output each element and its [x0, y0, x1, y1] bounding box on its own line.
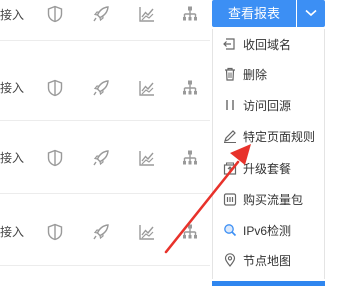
search-icon	[223, 223, 237, 237]
rocket-icon[interactable]	[92, 5, 110, 23]
shield-icon[interactable]	[46, 79, 64, 97]
rocket-icon[interactable]	[92, 149, 110, 167]
menu-bottom-edge	[212, 281, 325, 286]
network-tree-icon[interactable]	[181, 149, 199, 167]
rocket-icon[interactable]	[92, 79, 110, 97]
menu-item-ipv6-check[interactable]: IPv6检测	[213, 218, 326, 244]
row-divider	[0, 193, 210, 194]
return-icon	[223, 37, 237, 51]
menu-item-delete[interactable]: 删除	[213, 62, 326, 88]
menu-item-buy-traffic[interactable]: 购买流量包	[213, 187, 326, 213]
chart-icon[interactable]	[138, 79, 156, 97]
upgrade-icon	[223, 161, 237, 175]
access-status-text: 接入	[0, 8, 25, 22]
location-pin-icon	[223, 253, 237, 267]
menu-item-label: 节点地图	[243, 254, 292, 268]
menu-item-label: 升级套餐	[243, 162, 292, 176]
package-icon	[223, 192, 237, 206]
access-status-text: 接入	[0, 151, 25, 165]
report-dropdown-toggle[interactable]	[297, 0, 325, 27]
shield-icon[interactable]	[46, 149, 64, 167]
menu-item-label: 特定页面规则	[243, 130, 316, 144]
shield-icon[interactable]	[46, 5, 64, 23]
pencil-icon	[223, 129, 237, 143]
menu-item-page-rules[interactable]: 特定页面规则	[213, 124, 326, 150]
network-tree-icon[interactable]	[181, 223, 199, 241]
menu-item-label: 删除	[243, 68, 268, 82]
chevron-down-icon	[305, 9, 317, 17]
menu-item-label: 访问回源	[243, 99, 292, 113]
chart-icon[interactable]	[138, 5, 156, 23]
row-divider	[0, 265, 210, 266]
pause-icon	[223, 98, 237, 112]
menu-item-label: 购买流量包	[243, 193, 304, 207]
row-divider	[0, 120, 210, 121]
chart-icon[interactable]	[138, 149, 156, 167]
menu-item-label: 收回域名	[243, 38, 292, 52]
view-report-button[interactable]: 查看报表	[212, 0, 296, 27]
network-tree-icon[interactable]	[181, 5, 199, 23]
menu-item-label: IPv6检测	[243, 224, 292, 238]
access-status-text: 接入	[0, 81, 25, 95]
menu-item-reclaim-domain[interactable]: 收回域名	[213, 32, 326, 58]
chart-icon[interactable]	[138, 223, 156, 241]
trash-icon	[223, 67, 237, 81]
report-dropdown-menu: 收回域名 删除 访问回源 特定页面规则 升级套餐 购买流量包 IPv6检测 节点…	[212, 29, 325, 279]
menu-item-access-origin[interactable]: 访问回源	[213, 93, 326, 119]
rocket-icon[interactable]	[92, 223, 110, 241]
access-status-text: 接入	[0, 225, 25, 239]
network-tree-icon[interactable]	[181, 79, 199, 97]
shield-icon[interactable]	[46, 223, 64, 241]
menu-item-node-map[interactable]: 节点地图	[213, 248, 326, 274]
menu-item-upgrade-plan[interactable]: 升级套餐	[213, 156, 326, 182]
row-divider	[0, 40, 210, 41]
